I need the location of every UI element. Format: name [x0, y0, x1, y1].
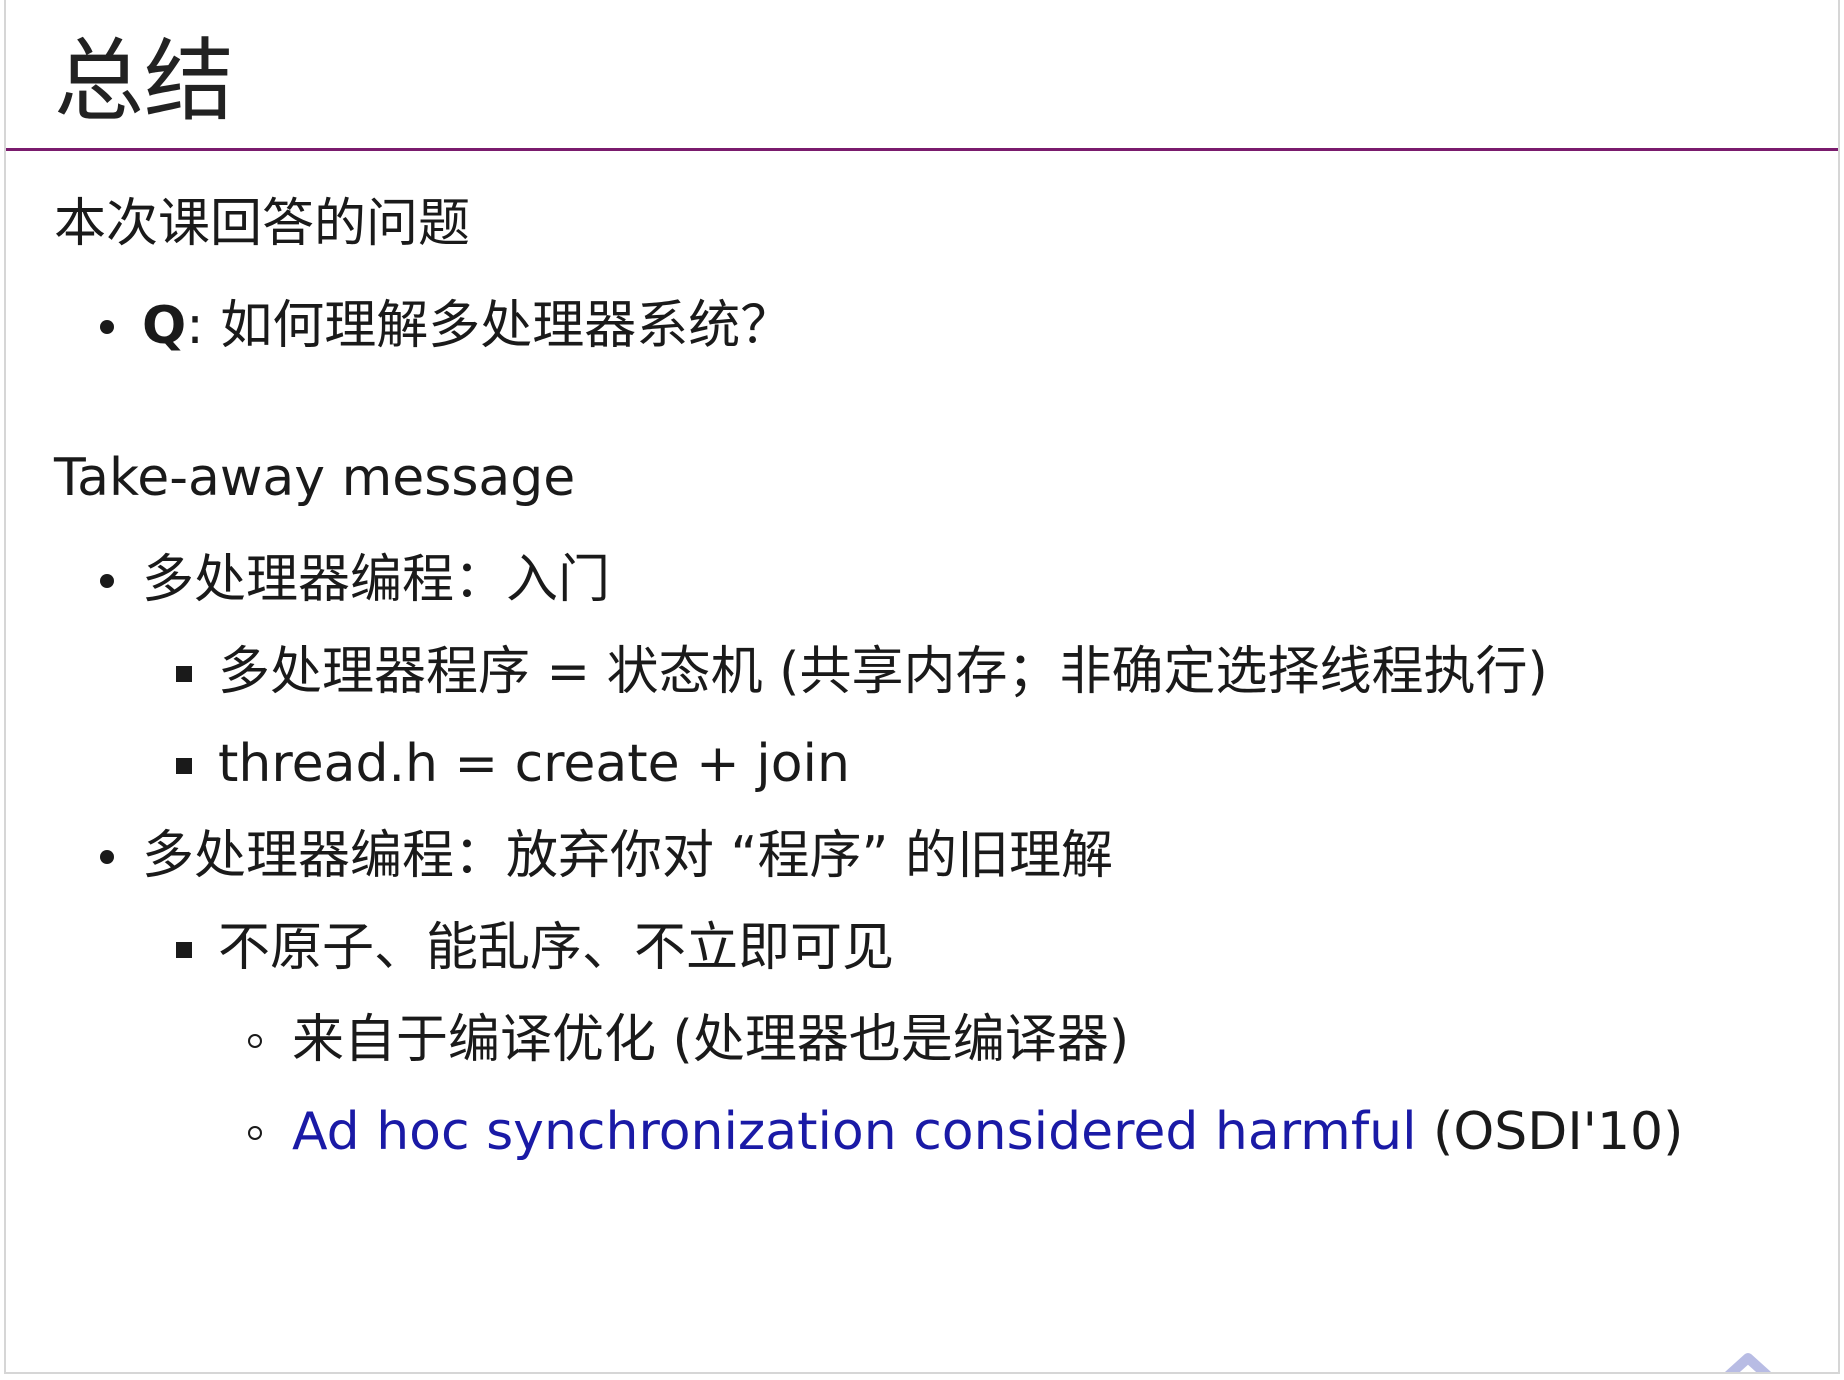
circle-bullet-icon [248, 1126, 262, 1140]
point-text: 多处理器编程：入门 [142, 550, 611, 610]
subsubpoint-text: 来自于编译优化 (处理器也是编译器) [292, 1010, 1130, 1070]
paper-link[interactable]: Ad hoc synchronization considered harmfu… [292, 1102, 1417, 1162]
list-item-subpoint: thread.h = create + join [54, 718, 1798, 810]
question-label: Q [142, 296, 187, 356]
slide: 总结 本次课回答的问题 Q: 如何理解多处理器系统？ Take-away mes… [4, 0, 1840, 1374]
subpoint-text: 多处理器程序 = 状态机 (共享内存；非确定选择线程执行) [218, 642, 1548, 702]
list-item-subsubpoint: Ad hoc synchronization considered harmfu… [54, 1086, 1798, 1178]
point-text: 多处理器编程：放弃你对 “程序” 的旧理解 [142, 826, 1113, 886]
slide-content: 本次课回答的问题 Q: 如何理解多处理器系统？ Take-away messag… [54, 178, 1798, 1178]
list-item-subpoint: 多处理器程序 = 状态机 (共享内存；非确定选择线程执行) [54, 626, 1798, 718]
slide-title: 总结 [54, 29, 234, 134]
list-item-subpoint: 不原子、能乱序、不立即可见 [54, 902, 1798, 994]
list-item-point-2: 多处理器编程：放弃你对 “程序” 的旧理解 [54, 810, 1798, 902]
question-list: Q: 如何理解多处理器系统？ [54, 280, 1798, 372]
questions-heading: 本次课回答的问题 [54, 194, 471, 254]
paper-venue: (OSDI'10) [1416, 1102, 1684, 1162]
title-divider [6, 148, 1838, 151]
list-item-subsubpoint: 来自于编译优化 (处理器也是编译器) [54, 994, 1798, 1086]
circle-bullet-icon [248, 1034, 262, 1048]
subpoint-text: 不原子、能乱序、不立即可见 [218, 918, 895, 978]
square-bullet-icon [176, 666, 192, 682]
takeaway-list: 多处理器编程：入门 多处理器程序 = 状态机 (共享内存；非确定选择线程执行) … [54, 534, 1798, 1178]
subpoint-text: thread.h = create + join [218, 734, 850, 794]
chevron-up-icon[interactable] [1700, 1342, 1796, 1374]
square-bullet-icon [176, 758, 192, 774]
list-item-point-1: 多处理器编程：入门 [54, 534, 1798, 626]
question-text: : 如何理解多处理器系统？ [186, 296, 793, 356]
disc-bullet-icon [100, 574, 114, 588]
list-item-question: Q: 如何理解多处理器系统？ [54, 280, 1798, 372]
disc-bullet-icon [100, 320, 114, 334]
square-bullet-icon [176, 942, 192, 958]
takeaway-heading: Take-away message [54, 448, 576, 508]
disc-bullet-icon [100, 850, 114, 864]
